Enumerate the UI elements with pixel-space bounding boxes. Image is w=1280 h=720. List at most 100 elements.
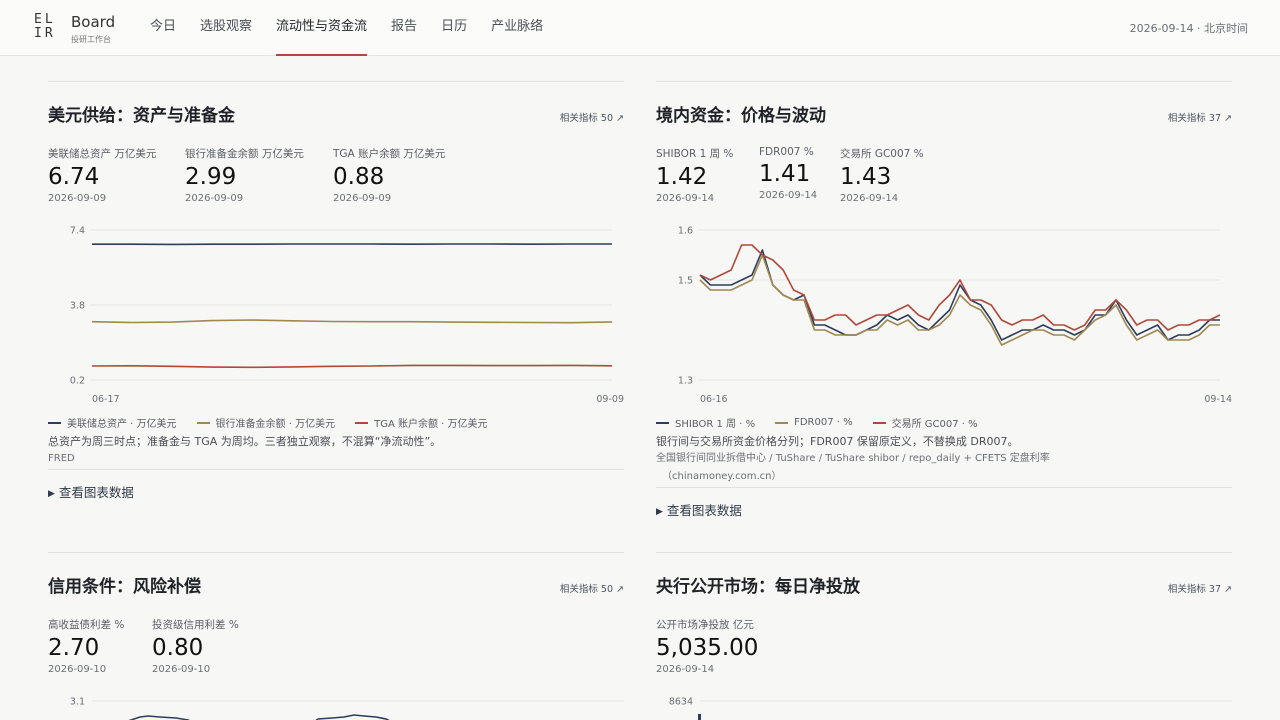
card-title: 境内资金：价格与波动 — [656, 106, 826, 126]
nav-item-stock-watch[interactable]: 选股观察 — [200, 0, 252, 56]
domestic-funding-line-chart: 1.6 1.5 1.3 06-16 09-14 — [678, 226, 1232, 406]
legend-swatch — [196, 421, 210, 424]
metric-value: 1.43 — [840, 164, 892, 190]
metric-label: 美联储总资产 万亿美元 — [48, 148, 157, 160]
metric-label: 银行准备金余额 万亿美元 — [185, 148, 304, 160]
series-line — [315, 714, 390, 720]
x-tick-label: 06-16 — [700, 394, 728, 405]
data-source: 全国银行间同业拆借中心 / TuShare / TuShare shibor /… — [656, 453, 1050, 482]
chart-note: 银行间与交易所资金价格分列；FDR007 保留原定义，不替换成 DR007。 — [656, 435, 1019, 448]
brand-name: Board — [71, 13, 116, 31]
nav-item-today[interactable]: 今日 — [150, 0, 176, 56]
divider — [48, 469, 624, 470]
legend-item-reserves: 银行准备金余额 · 万亿美元 — [196, 415, 335, 430]
metric-shibor-1w: SHIBOR 1 周 % 1.42 2026-09-14 — [656, 146, 733, 204]
x-tick-label: 09-14 — [1204, 394, 1232, 405]
expand-triangle-icon: ▶ — [48, 489, 55, 499]
metric-ig-spread: 投资级信用利差 % 0.80 2026-09-10 — [152, 617, 239, 675]
view-chart-data-toggle[interactable]: ▶ 查看图表数据 — [656, 500, 742, 519]
metric-label: SHIBOR 1 周 % — [656, 148, 734, 160]
metric-fdr007: FDR007 % 1.41 2026-09-14 — [759, 146, 817, 201]
view-chart-data-toggle[interactable]: ▶ 查看图表数据 — [48, 482, 134, 501]
card-pboc-open-market: 央行公开市场：每日净投放 相关指标 37 ↗ 公开市场净投放 亿元 5,035.… — [656, 552, 1232, 720]
metric-value: 0.80 — [152, 635, 204, 661]
expand-triangle-icon: ▶ — [656, 507, 663, 517]
metric-date: 2026-09-14 — [759, 190, 818, 201]
x-tick-label: 09-09 — [596, 394, 624, 405]
card-domestic-funding: 境内资金：价格与波动 相关指标 37 ↗ SHIBOR 1 周 % 1.42 2… — [656, 81, 1232, 531]
metric-date: 2026-09-10 — [48, 664, 107, 675]
legend-item-fed-assets: 美联储总资产 · 万亿美元 — [48, 415, 177, 430]
metric-value: 0.88 — [333, 164, 385, 190]
y-tick-label: 3.1 — [70, 697, 85, 708]
y-tick-label: 1.3 — [678, 376, 693, 387]
legend-swatch — [872, 421, 886, 424]
legend-swatch — [48, 421, 61, 424]
legend-item-fdr007: FDR007 · % — [775, 415, 853, 430]
current-date-time: 2026-09-14 · 北京时间 — [1129, 22, 1248, 35]
metric-date: 2026-09-14 — [656, 193, 715, 204]
card-title: 央行公开市场：每日净投放 — [656, 577, 860, 597]
metric-date: 2026-09-10 — [152, 664, 211, 675]
legend-swatch — [656, 421, 669, 424]
related-indicators-link[interactable]: 相关指标 37 ↗ — [1168, 110, 1232, 124]
y-tick-label: 3.8 — [70, 301, 85, 312]
logo-mark: EL IR — [34, 12, 56, 41]
metric-gc007: 交易所 GC007 % 1.43 2026-09-14 — [840, 146, 924, 204]
metric-value: 6.74 — [48, 164, 100, 190]
metric-value: 2.70 — [48, 635, 100, 661]
metric-label: TGA 账户余额 万亿美元 — [333, 148, 446, 160]
metric-value: 1.42 — [656, 164, 708, 190]
top-navigation-bar: EL IR Board 投研工作台 今日 选股观察 流动性与资金流 报告 日历 … — [0, 0, 1280, 56]
legend-swatch — [355, 421, 369, 424]
series-line — [91, 364, 613, 369]
legend-swatch — [775, 421, 789, 424]
metric-date: 2026-09-14 — [840, 193, 899, 204]
series-line — [699, 254, 1220, 346]
x-tick-label: 06-17 — [92, 394, 120, 405]
metric-date: 2026-09-09 — [185, 193, 244, 204]
metric-value: 5,035.00 — [656, 635, 759, 661]
metric-bank-reserves: 银行准备金余额 万亿美元 2.99 2026-09-09 — [185, 146, 304, 204]
metric-net-injection: 公开市场净投放 亿元 5,035.00 2026-09-14 — [656, 617, 758, 675]
metric-label: 高收益债利差 % — [48, 619, 125, 631]
usd-supply-line-chart: 7.4 3.8 0.2 06-17 09-09 — [70, 226, 624, 406]
chart-legend: SHIBOR 1 周 · % FDR007 · % 交易所 GC007 · % — [656, 415, 998, 430]
metric-value: 2.99 — [185, 164, 237, 190]
legend-item-shibor: SHIBOR 1 周 · % — [656, 415, 755, 430]
chart-note: 总资产为周三时点；准备金与 TGA 为周均。三者独立观察，不混算“净流动性”。 — [48, 435, 442, 448]
legend-item-tga: TGA 账户余额 · 万亿美元 — [355, 415, 488, 430]
bar — [698, 714, 701, 720]
related-indicators-link[interactable]: 相关指标 37 ↗ — [1168, 581, 1232, 595]
nav-item-liquidity[interactable]: 流动性与资金流 — [276, 0, 368, 56]
y-tick-label: 8634 — [669, 697, 693, 708]
net-injection-bar-chart: 8634 — [669, 697, 1232, 720]
series-line — [91, 319, 613, 324]
credit-spread-line-chart: 3.1 — [70, 697, 624, 720]
nav-item-industry-chain[interactable]: 产业脉络 — [491, 0, 543, 56]
metric-label: 投资级信用利差 % — [152, 619, 239, 631]
nav-item-calendar[interactable]: 日历 — [441, 0, 467, 56]
related-indicators-link[interactable]: 相关指标 50 ↗ — [560, 110, 624, 124]
metric-label: 交易所 GC007 % — [840, 148, 924, 160]
divider — [656, 487, 1232, 488]
brand-logo[interactable]: EL IR Board 投研工作台 — [34, 13, 134, 47]
metric-date: 2026-09-09 — [333, 193, 392, 204]
nav-item-reports[interactable]: 报告 — [391, 0, 417, 56]
metric-fed-total-assets: 美联储总资产 万亿美元 6.74 2026-09-09 — [48, 146, 156, 204]
metric-value: 1.41 — [759, 161, 811, 187]
card-title: 美元供给：资产与准备金 — [48, 106, 235, 126]
metric-date: 2026-09-14 — [656, 664, 715, 675]
metric-label: 公开市场净投放 亿元 — [656, 619, 754, 631]
legend-item-gc007: 交易所 GC007 · % — [872, 415, 978, 430]
metric-high-yield-spread: 高收益债利差 % 2.70 2026-09-10 — [48, 617, 124, 675]
card-title: 信用条件：风险补偿 — [48, 577, 201, 597]
y-tick-label: 1.6 — [678, 226, 693, 237]
metric-date: 2026-09-09 — [48, 193, 107, 204]
series-line — [699, 244, 1221, 331]
data-source: FRED — [48, 453, 75, 464]
related-indicators-link[interactable]: 相关指标 50 ↗ — [560, 581, 624, 595]
card-usd-supply: 美元供给：资产与准备金 相关指标 50 ↗ 美联储总资产 万亿美元 6.74 2… — [48, 81, 624, 511]
metric-label: FDR007 % — [759, 146, 814, 158]
y-tick-label: 1.5 — [678, 276, 693, 287]
